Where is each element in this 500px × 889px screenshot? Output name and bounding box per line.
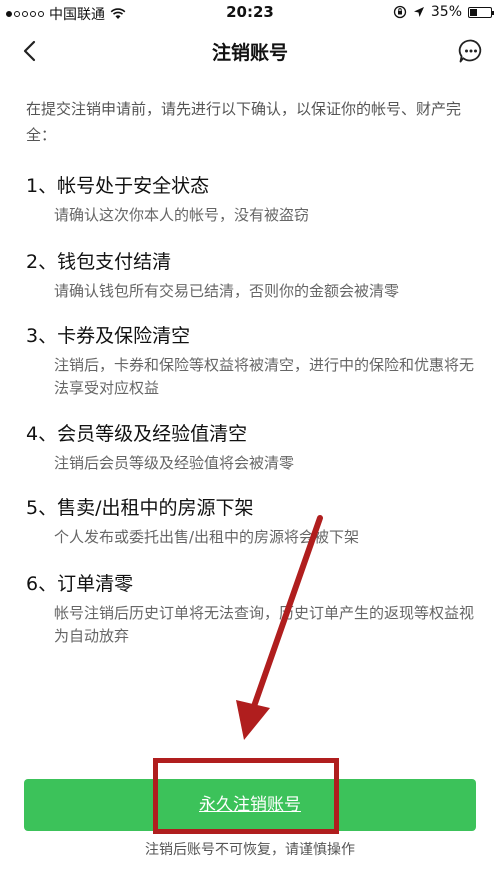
rotation-lock-icon — [393, 5, 407, 19]
checklist-item: 4、会员等级及经验值清空 注销后会员等级及经验值将会被清零 — [26, 420, 476, 475]
more-options-icon[interactable] — [458, 38, 484, 64]
checklist-item-desc: 注销后，卡券和保险等权益将被清空，进行中的保险和优惠将无法享受对应权益 — [54, 356, 475, 397]
checklist-item: 3、卡券及保险清空 注销后，卡券和保险等权益将被清空，进行中的保险和优惠将无法享… — [26, 322, 476, 400]
status-bar: 中国联通 20:23 35% — [0, 0, 500, 26]
permanent-delete-account-button[interactable]: 永久注销账号 — [24, 779, 476, 831]
checklist-item-title: 2、钱包支付结清 — [26, 251, 172, 273]
page-title: 注销账号 — [211, 42, 288, 64]
checklist-item-desc: 请确认这次你本人的帐号，没有被盗窃 — [54, 206, 310, 224]
checklist-item-title: 6、订单清零 — [26, 573, 134, 595]
checklist-item-title: 3、卡券及保险清空 — [26, 325, 191, 347]
warning-text: 注销后账号不可恢复，请谨慎操作 — [145, 842, 355, 858]
status-right: 35% — [393, 4, 494, 20]
checklist-item-desc: 注销后会员等级及经验值将会被清零 — [54, 454, 295, 472]
location-icon — [413, 7, 424, 17]
checklist-item-title: 5、售卖/出租中的房源下架 — [26, 497, 254, 519]
checklist-item-title: 1、帐号处于安全状态 — [26, 175, 210, 197]
battery-percent: 35% — [430, 4, 462, 20]
intro-text: 在提交注销申请前，请先进行以下确认，以保证你的帐号、财产完全： — [26, 100, 462, 144]
battery-level — [470, 8, 477, 16]
battery-icon — [468, 6, 494, 18]
checklist-item-desc: 帐号注销后历史订单将无法查询，历史订单产生的返现等权益视为自动放弃 — [54, 604, 475, 645]
checklist-item-title: 4、会员等级及经验值清空 — [26, 423, 248, 445]
checklist-item: 5、售卖/出租中的房源下架 个人发布或委托出售/出租中的房源将会被下架 — [26, 494, 476, 549]
checklist-item: 2、钱包支付结清 请确认钱包所有交易已结清，否则你的金额会被清零 — [26, 248, 476, 303]
checklist-item-desc: 个人发布或委托出售/出租中的房源将会被下架 — [54, 528, 360, 546]
checklist-item-desc: 请确认钱包所有交易已结清，否则你的金额会被清零 — [54, 282, 400, 300]
checklist-item: 6、订单清零 帐号注销后历史订单将无法查询，历史订单产生的返现等权益视为自动放弃 — [26, 570, 476, 648]
nav-bar: 注销账号 — [0, 26, 500, 76]
checklist-item: 1、帐号处于安全状态 请确认这次你本人的帐号，没有被盗窃 — [26, 172, 476, 227]
